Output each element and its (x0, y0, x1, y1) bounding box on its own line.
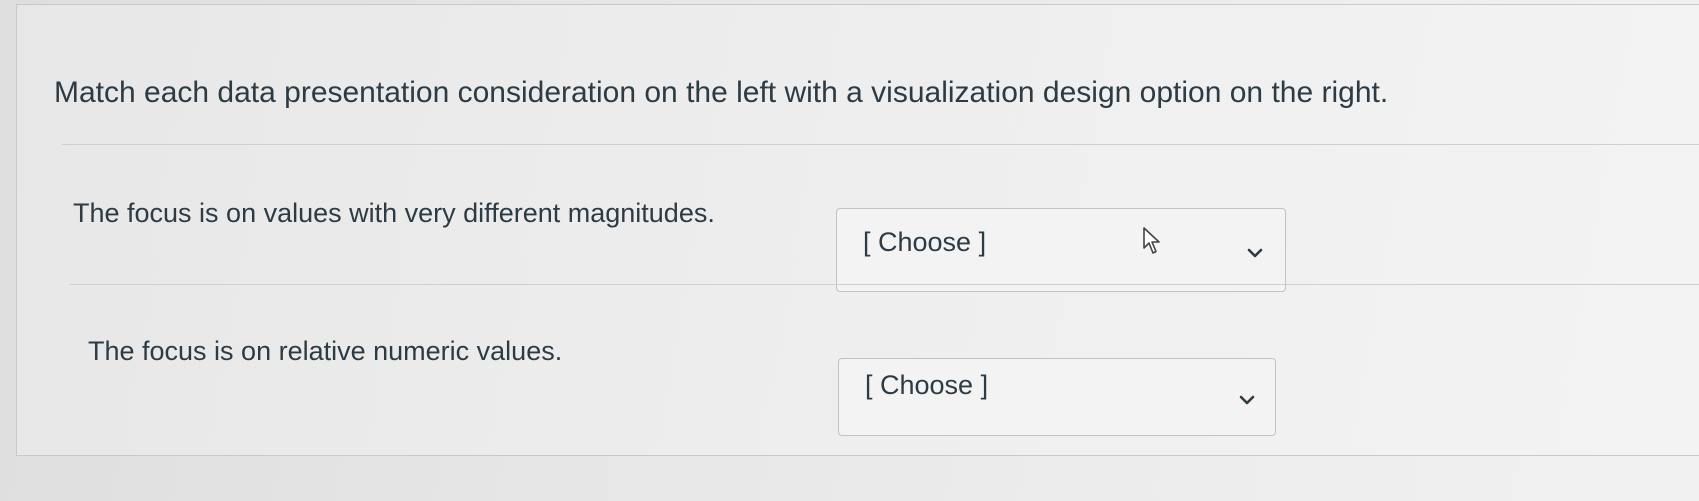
answer-dropdown-2[interactable]: [ Choose ] (838, 358, 1276, 436)
dropdown-value-2: [ Choose ] (865, 370, 989, 400)
chevron-down-icon (1239, 395, 1255, 405)
chevron-down-icon (1247, 248, 1263, 258)
question-text: Match each data presentation considerati… (54, 76, 1389, 109)
match-prompt-1: The focus is on values with very differe… (73, 198, 715, 228)
divider (70, 284, 1699, 285)
dropdown-value-1: [ Choose ] (863, 227, 987, 257)
divider (62, 144, 1699, 145)
mouse-cursor-icon (1143, 227, 1160, 254)
match-prompt-2: The focus is on relative numeric values. (88, 336, 563, 366)
answer-dropdown-1[interactable]: [ Choose ] (836, 208, 1286, 292)
